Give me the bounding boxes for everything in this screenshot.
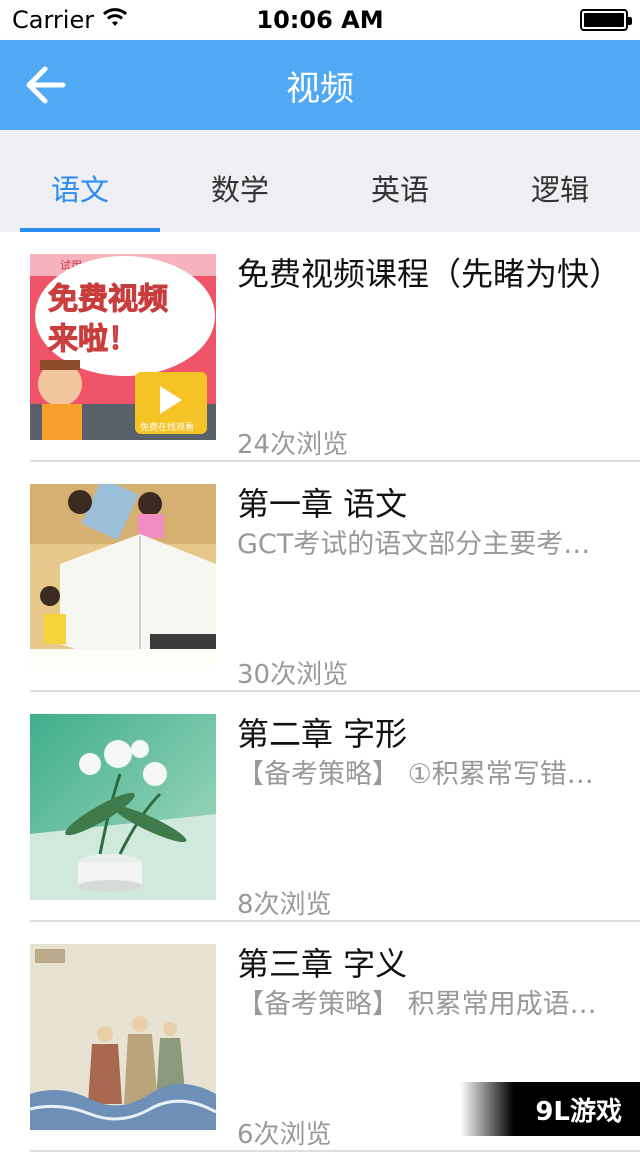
view-count: 6次浏览 [237, 1120, 332, 1150]
view-count: 8次浏览 [237, 890, 332, 920]
view-count: 24次浏览 [237, 430, 349, 460]
subject-tabs: 语文 数学 英语 逻辑 [0, 130, 640, 232]
video-description: 【备考策略】 积累常用成语的含义 [237, 989, 610, 1020]
tab-label: 英语 [370, 173, 429, 207]
list-item[interactable]: 第二章 字形 【备考策略】 ①积累常写错的字形 8次浏览 [0, 692, 640, 922]
video-title: 第二章 字形 [237, 715, 408, 753]
tab-label: 语文 [50, 173, 109, 207]
list-item[interactable]: 第一章 语文 GCT考试的语文部分主要考查考生的语文基础知识 30次浏览 [0, 462, 640, 692]
video-thumbnail [30, 484, 216, 670]
video-description: GCT考试的语文部分主要考查考生的语文基础知识 [237, 529, 610, 560]
tab-logic[interactable]: 逻辑 [480, 130, 640, 232]
video-title: 第一章 语文 [237, 485, 408, 523]
battery-icon [580, 9, 632, 31]
tab-chinese[interactable]: 语文 [0, 130, 160, 232]
watermark-logo: 9L游戏 [460, 1082, 640, 1136]
battery-level [584, 13, 624, 27]
tab-math[interactable]: 数学 [160, 130, 320, 232]
video-title: 第三章 字义 [237, 945, 408, 983]
video-list: 试用，是一种态度。 免费视频 来啦！ 免费在线观看 免费视频课程（先睹为快） 2… [0, 232, 640, 1152]
video-thumbnail: 试用，是一种态度。 免费视频 来啦！ 免费在线观看 [30, 254, 216, 440]
thumb-caption-button: 免费在线观看 [140, 421, 194, 433]
status-bar: Carrier 10:06 AM [0, 0, 640, 40]
page-title: 视频 [286, 68, 354, 109]
tab-label: 逻辑 [530, 173, 589, 207]
video-title: 免费视频课程（先睹为快） [237, 255, 622, 293]
tab-label: 数学 [210, 173, 269, 207]
video-thumbnail [30, 714, 216, 900]
wifi-icon [102, 6, 128, 34]
thumb-caption-main-2: 来啦！ [48, 322, 138, 357]
video-thumbnail [30, 944, 216, 1130]
back-arrow-icon [26, 66, 66, 104]
video-description: 【备考策略】 ①积累常写错的字形 [237, 759, 610, 790]
status-left: Carrier [12, 6, 128, 34]
thumb-caption-main-1: 免费视频 [48, 282, 168, 317]
view-count: 30次浏览 [237, 660, 349, 690]
list-item[interactable]: 试用，是一种态度。 免费视频 来啦！ 免费在线观看 免费视频课程（先睹为快） 2… [0, 232, 640, 462]
back-button[interactable] [18, 58, 72, 112]
tab-english[interactable]: 英语 [320, 130, 480, 232]
nav-bar: 视频 [0, 40, 640, 130]
carrier-label: Carrier [12, 6, 95, 34]
watermark-brand: 9L游戏 [535, 1096, 622, 1127]
